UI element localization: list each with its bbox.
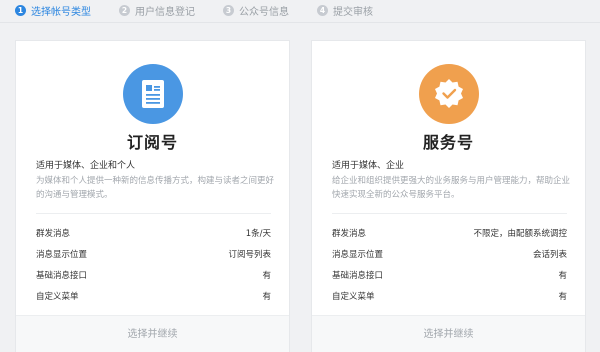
feature-label: 自定义菜单 xyxy=(332,292,375,302)
document-icon xyxy=(123,64,183,124)
feature-label: 基础消息接口 xyxy=(332,271,384,281)
subscription-account-card[interactable]: 订阅号 适用于媒体、企业和个人 为媒体和个人提供一种新的信息传播方式，构建与读者… xyxy=(15,40,290,352)
feature-row: 消息显示位置 会话列表 xyxy=(332,248,567,260)
feature-row: 基础消息接口 有 xyxy=(332,269,567,281)
card-suitable-for: 适用于媒体、企业和个人 xyxy=(36,161,136,171)
step-3: 3 公众号信息 xyxy=(223,3,289,18)
step-label: 公众号信息 xyxy=(239,6,289,18)
step-number: 3 xyxy=(223,4,234,16)
select-continue-button[interactable]: 选择并继续 xyxy=(16,315,289,352)
step-1: 1 选择帐号类型 xyxy=(15,3,91,18)
step-label: 选择帐号类型 xyxy=(31,6,91,18)
step-number: 1 xyxy=(15,4,26,16)
verified-check-icon xyxy=(419,64,479,124)
card-description: 给企业和组织提供更强大的业务服务与用户管理能力，帮助企业快速实现全新的公众号服务… xyxy=(332,176,571,200)
feature-label: 自定义菜单 xyxy=(36,292,79,302)
feature-value: 会话列表 xyxy=(532,250,567,260)
feature-value: 有 xyxy=(262,271,271,281)
card-title: 订阅号 xyxy=(126,133,178,152)
card-suitable-for: 适用于媒体、企业 xyxy=(332,161,405,171)
feature-row: 自定义菜单 有 xyxy=(36,290,271,302)
feature-label: 基础消息接口 xyxy=(36,271,88,281)
step-number: 2 xyxy=(119,4,130,16)
card-title: 服务号 xyxy=(422,133,474,152)
feature-row: 群发消息 1条/天 xyxy=(36,227,271,239)
feature-row: 群发消息 不限定，由配额系统调控 xyxy=(332,227,567,239)
feature-value: 1条/天 xyxy=(245,229,271,239)
step-4: 4 提交审核 xyxy=(317,3,373,18)
feature-value: 订阅号列表 xyxy=(228,250,271,260)
feature-label: 群发消息 xyxy=(36,229,71,239)
feature-value: 有 xyxy=(262,292,271,302)
steps-divider xyxy=(0,22,600,23)
step-number: 4 xyxy=(317,4,328,16)
feature-value: 不限定，由配额系统调控 xyxy=(473,229,567,239)
feature-row: 自定义菜单 有 xyxy=(332,290,567,302)
service-account-card[interactable]: 服务号 适用于媒体、企业 给企业和组织提供更强大的业务服务与用户管理能力，帮助企… xyxy=(311,40,586,352)
card-description: 为媒体和个人提供一种新的信息传播方式，构建与读者之间更好的沟通与管理模式。 xyxy=(36,176,275,200)
feature-value: 有 xyxy=(558,292,567,302)
feature-label: 消息显示位置 xyxy=(332,250,384,260)
feature-label: 群发消息 xyxy=(332,229,367,239)
select-continue-button[interactable]: 选择并继续 xyxy=(312,315,585,352)
feature-value: 有 xyxy=(558,271,567,281)
step-2: 2 用户信息登记 xyxy=(119,3,195,18)
step-label: 提交审核 xyxy=(333,6,373,18)
feature-row: 基础消息接口 有 xyxy=(36,269,271,281)
feature-row: 消息显示位置 订阅号列表 xyxy=(36,248,271,260)
feature-label: 消息显示位置 xyxy=(36,250,88,260)
card-divider xyxy=(332,213,567,214)
step-progress: 1 选择帐号类型 2 用户信息登记 3 公众号信息 4 提交审核 xyxy=(0,0,600,20)
step-label: 用户信息登记 xyxy=(135,6,195,18)
card-divider xyxy=(36,213,271,214)
